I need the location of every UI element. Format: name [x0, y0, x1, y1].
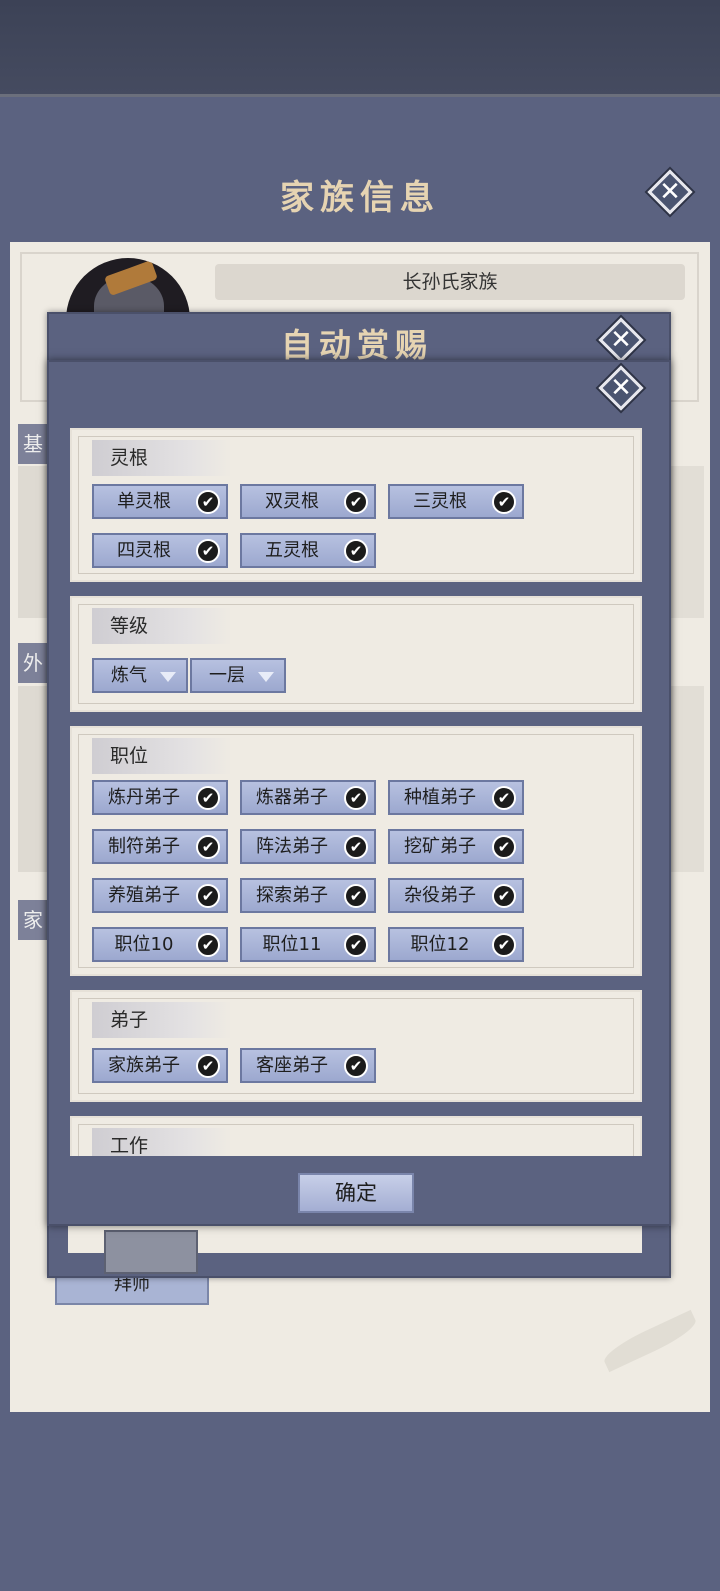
side-tab-family[interactable]: 家	[18, 900, 48, 940]
close-icon: ✕	[610, 373, 632, 403]
option-triple-root[interactable]: 三灵根 ✔	[388, 484, 524, 519]
check-icon: ✔	[344, 835, 368, 859]
section-title: 工作	[92, 1128, 232, 1156]
check-icon: ✔	[344, 1054, 368, 1078]
option-label: 职位12	[410, 934, 470, 955]
filter-close-button[interactable]: ✕	[597, 364, 645, 412]
check-icon: ✔	[196, 933, 220, 957]
option-label: 四灵根	[117, 540, 171, 561]
option-label: 阵法弟子	[256, 836, 328, 857]
section-spirit-root: 灵根 单灵根 ✔ 双灵根 ✔ 三灵根 ✔ 四灵根 ✔ 五灵根 ✔	[70, 428, 642, 582]
check-icon: ✔	[196, 786, 220, 810]
chevron-down-icon	[258, 672, 274, 682]
check-icon: ✔	[344, 786, 368, 810]
check-icon: ✔	[196, 490, 220, 514]
layer-dropdown[interactable]: 一层	[190, 658, 286, 693]
chevron-down-icon	[160, 672, 176, 682]
option-explore-disciple[interactable]: 探索弟子 ✔	[240, 878, 376, 913]
family-info-title: 家族信息	[280, 178, 440, 218]
side-tab-outer[interactable]: 外	[18, 643, 48, 683]
option-label: 种植弟子	[404, 787, 476, 808]
check-icon: ✔	[344, 490, 368, 514]
check-icon: ✔	[492, 933, 516, 957]
option-label: 家族弟子	[108, 1055, 180, 1076]
auto-reward-close-button[interactable]: ✕	[597, 316, 645, 364]
option-chores-disciple[interactable]: 杂役弟子 ✔	[388, 878, 524, 913]
close-icon: ✕	[659, 177, 681, 207]
section-position: 职位 炼丹弟子 ✔ 炼器弟子 ✔ 种植弟子 ✔ 制符弟子 ✔ 阵法弟子 ✔ 挖矿弟子 ✔ 养…	[70, 726, 642, 976]
option-single-root[interactable]: 单灵根 ✔	[92, 484, 228, 519]
check-icon: ✔	[492, 490, 516, 514]
option-label: 五灵根	[265, 540, 319, 561]
check-icon: ✔	[492, 835, 516, 859]
option-label: 挖矿弟子	[404, 836, 476, 857]
section-disciple: 弟子 家族弟子 ✔ 客座弟子 ✔	[70, 990, 642, 1102]
option-label: 三灵根	[413, 491, 467, 512]
dropdown-value: 炼气	[111, 665, 147, 686]
check-icon: ✔	[196, 539, 220, 563]
option-label: 客座弟子	[256, 1055, 328, 1076]
close-icon: ✕	[610, 325, 632, 355]
filter-scroll-area[interactable]: 灵根 单灵根 ✔ 双灵根 ✔ 三灵根 ✔ 四灵根 ✔ 五灵根 ✔ 等级 炼气 一层 职位 …	[70, 428, 644, 1156]
section-work: 工作	[70, 1116, 642, 1156]
option-label: 制符弟子	[108, 836, 180, 857]
option-label: 养殖弟子	[108, 885, 180, 906]
family-name-field: 长孙氏家族	[215, 264, 685, 300]
option-position-10[interactable]: 职位10 ✔	[92, 927, 228, 962]
option-label: 炼器弟子	[256, 787, 328, 808]
section-title: 灵根	[92, 440, 232, 476]
option-position-11[interactable]: 职位11 ✔	[240, 927, 376, 962]
option-alchemy-disciple[interactable]: 炼丹弟子 ✔	[92, 780, 228, 815]
check-icon: ✔	[344, 539, 368, 563]
realm-dropdown[interactable]: 炼气	[92, 658, 188, 693]
option-label: 单灵根	[117, 491, 171, 512]
option-family-disciple[interactable]: 家族弟子 ✔	[92, 1048, 228, 1083]
side-block	[18, 686, 48, 872]
option-forging-disciple[interactable]: 炼器弟子 ✔	[240, 780, 376, 815]
option-mining-disciple[interactable]: 挖矿弟子 ✔	[388, 829, 524, 864]
option-position-12[interactable]: 职位12 ✔	[388, 927, 524, 962]
check-icon: ✔	[344, 933, 368, 957]
collapse-button[interactable]	[104, 1230, 198, 1274]
option-quad-root[interactable]: 四灵根 ✔	[92, 533, 228, 568]
side-block	[18, 466, 48, 618]
option-label: 炼丹弟子	[108, 787, 180, 808]
option-double-root[interactable]: 双灵根 ✔	[240, 484, 376, 519]
check-icon: ✔	[492, 884, 516, 908]
option-talisman-disciple[interactable]: 制符弟子 ✔	[92, 829, 228, 864]
option-label: 探索弟子	[256, 885, 328, 906]
family-info-close-button[interactable]: ✕	[646, 168, 694, 216]
option-planting-disciple[interactable]: 种植弟子 ✔	[388, 780, 524, 815]
option-breeding-disciple[interactable]: 养殖弟子 ✔	[92, 878, 228, 913]
top-bar	[0, 0, 720, 94]
side-tab-basic[interactable]: 基	[18, 424, 48, 464]
option-penta-root[interactable]: 五灵根 ✔	[240, 533, 376, 568]
section-level: 等级 炼气 一层	[70, 596, 642, 712]
check-icon: ✔	[492, 786, 516, 810]
option-formation-disciple[interactable]: 阵法弟子 ✔	[240, 829, 376, 864]
dropdown-value: 一层	[209, 665, 245, 686]
section-title: 弟子	[92, 1002, 232, 1038]
option-label: 双灵根	[265, 491, 319, 512]
section-title: 职位	[92, 738, 232, 774]
check-icon: ✔	[196, 1054, 220, 1078]
option-label: 杂役弟子	[404, 885, 476, 906]
check-icon: ✔	[344, 884, 368, 908]
check-icon: ✔	[196, 884, 220, 908]
option-label: 职位10	[114, 934, 174, 955]
section-title: 等级	[92, 608, 232, 644]
confirm-button[interactable]: 确定	[298, 1173, 414, 1213]
option-label: 职位11	[262, 934, 322, 955]
option-guest-disciple[interactable]: 客座弟子 ✔	[240, 1048, 376, 1083]
check-icon: ✔	[196, 835, 220, 859]
